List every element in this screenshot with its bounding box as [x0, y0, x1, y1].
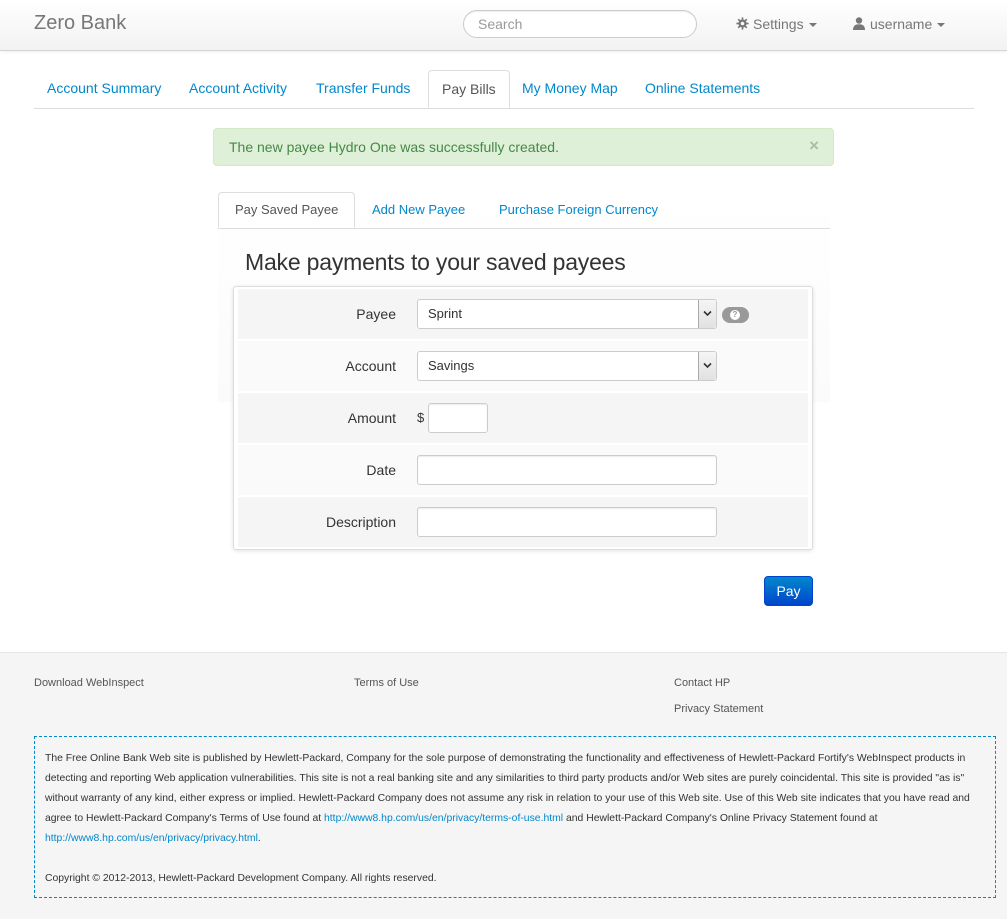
tab-pay-bills[interactable]: Pay Bills [428, 70, 510, 108]
currency-symbol: $ [417, 410, 425, 425]
description-input[interactable] [417, 507, 717, 537]
date-label: Date [366, 462, 396, 478]
page-title: Make payments to your saved payees [245, 249, 626, 275]
close-icon[interactable]: × [809, 129, 819, 163]
tab-my-money-map[interactable]: My Money Map [509, 70, 631, 107]
payee-label: Payee [356, 306, 396, 322]
pay-button[interactable]: Pay [764, 576, 813, 606]
terms-of-use-link[interactable]: Terms of Use [354, 677, 419, 689]
help-badge[interactable]: ? [722, 307, 749, 323]
username-label: username [870, 16, 933, 32]
dropdown-button[interactable] [698, 352, 716, 380]
description-label: Description [325, 514, 396, 530]
terms-url-link[interactable]: http://www8.hp.com/us/en/privacy/terms-o… [324, 813, 563, 824]
copyright-text: Copyright © 2012-2013, Hewlett-Packard D… [45, 873, 437, 884]
tab-account-activity[interactable]: Account Activity [176, 70, 300, 107]
disclaimer-box: The Free Online Bank Web site is publish… [34, 736, 996, 898]
search-input[interactable] [463, 10, 697, 38]
payee-row: Payee Sprint ? [238, 289, 808, 341]
payee-select[interactable]: Sprint [417, 299, 717, 329]
chevron-down-icon [703, 362, 712, 369]
main-tabs: Account Summary Account Activity Transfe… [34, 70, 974, 109]
disclaimer-part-2: and Hewlett-Packard Company's Online Pri… [563, 813, 878, 824]
settings-dropdown[interactable]: Settings [736, 16, 817, 32]
user-icon [853, 17, 865, 30]
amount-row: Amount $ [238, 393, 808, 445]
date-input[interactable] [417, 455, 717, 485]
tab-transfer-funds[interactable]: Transfer Funds [303, 70, 423, 107]
chevron-down-icon [808, 23, 817, 28]
brand-logo[interactable]: Zero Bank [34, 12, 126, 35]
tab-account-summary[interactable]: Account Summary [34, 70, 174, 107]
account-selected-value: Savings [428, 358, 475, 373]
payee-selected-value: Sprint [428, 306, 462, 321]
contact-hp-link[interactable]: Contact HP [674, 677, 730, 689]
gear-icon [736, 17, 749, 30]
question-icon: ? [730, 310, 740, 320]
amount-label: Amount [347, 410, 396, 426]
account-row: Account Savings [238, 341, 808, 393]
tab-online-statements[interactable]: Online Statements [632, 70, 773, 107]
disclaimer-text: The Free Online Bank Web site is publish… [45, 749, 985, 849]
settings-label: Settings [753, 16, 804, 32]
sub-tabs: Pay Saved Payee Add New Payee Purchase F… [218, 192, 830, 229]
amount-input[interactable] [428, 403, 488, 433]
description-row: Description [238, 497, 808, 549]
alert-message: The new payee Hydro One was successfully… [229, 139, 559, 155]
disclaimer-part-3: . [257, 833, 261, 844]
download-webinspect-link[interactable]: Download WebInspect [34, 677, 144, 689]
top-navbar: Zero Bank Settings username [0, 0, 1007, 51]
chevron-down-icon [937, 23, 946, 28]
payment-form: Payee Sprint ? Account Savings Amount $ [233, 286, 813, 550]
chevron-down-icon [703, 310, 712, 317]
tab-add-new-payee[interactable]: Add New Payee [356, 192, 481, 227]
account-select[interactable]: Savings [417, 351, 717, 381]
account-label: Account [345, 358, 396, 374]
date-row: Date [238, 445, 808, 497]
tab-purchase-foreign-currency[interactable]: Purchase Foreign Currency [483, 192, 674, 227]
user-dropdown[interactable]: username [853, 16, 946, 32]
dropdown-button[interactable] [698, 300, 716, 328]
tab-pay-saved-payee[interactable]: Pay Saved Payee [218, 192, 356, 228]
privacy-statement-link[interactable]: Privacy Statement [674, 703, 763, 715]
success-alert: The new payee Hydro One was successfully… [213, 128, 834, 166]
privacy-url-link[interactable]: http://www8.hp.com/us/en/privacy/privacy… [45, 833, 258, 844]
